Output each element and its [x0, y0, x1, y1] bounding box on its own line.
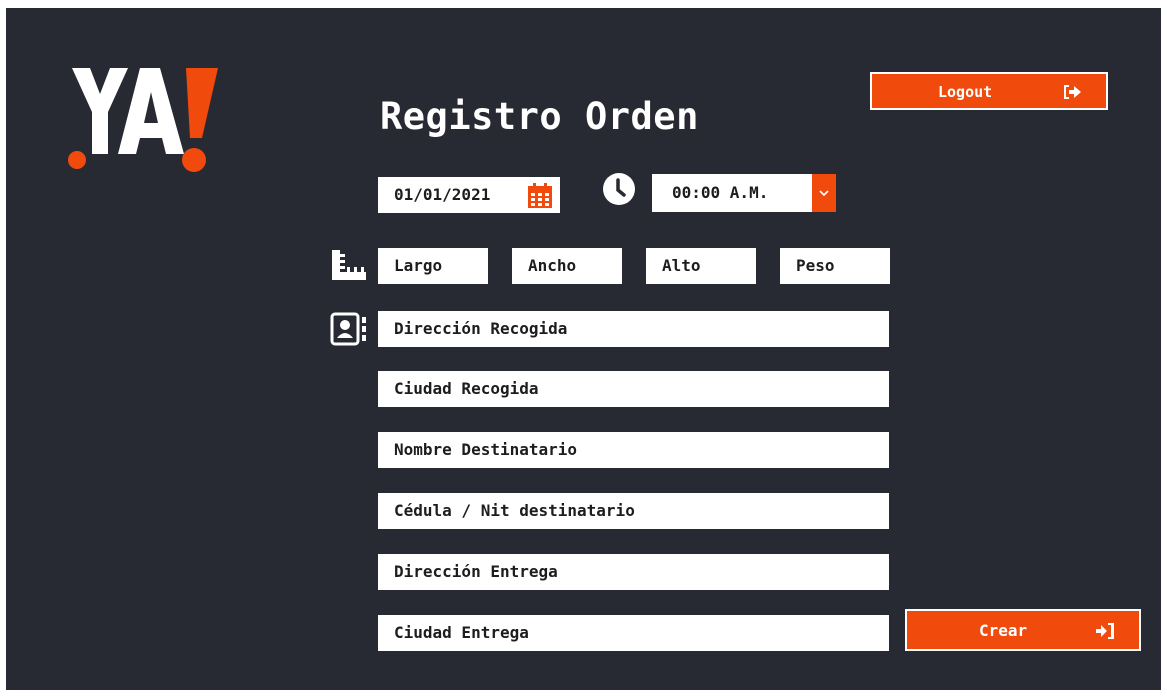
page-title: Registro Orden — [380, 95, 699, 138]
contact-book-icon — [330, 312, 366, 346]
time-value: 00:00 A.M. — [672, 183, 769, 202]
nombre-destinatario-input[interactable]: Nombre Destinatario — [378, 432, 889, 468]
cedula-nit-input[interactable]: Cédula / Nit destinatario — [378, 493, 889, 529]
sign-in-icon — [1096, 623, 1114, 639]
ancho-input[interactable]: Ancho — [512, 248, 622, 284]
direccion-recogida-input[interactable]: Dirección Recogida — [378, 311, 889, 347]
ya-logo — [68, 68, 218, 172]
date-input[interactable]: 01/01/2021 — [378, 177, 560, 213]
time-select[interactable]: 00:00 A.M. — [652, 174, 812, 212]
crear-button[interactable]: Crear — [905, 609, 1141, 651]
ruler-icon — [332, 250, 366, 280]
crear-label: Crear — [979, 621, 1028, 640]
time-dropdown-button[interactable] — [812, 174, 836, 212]
chevron-down-icon — [819, 190, 829, 197]
clock-icon — [603, 173, 635, 205]
largo-input[interactable]: Largo — [378, 248, 488, 284]
peso-input[interactable]: Peso — [780, 248, 890, 284]
ciudad-recogida-input[interactable]: Ciudad Recogida — [378, 371, 889, 407]
logout-button[interactable]: Logout — [870, 72, 1108, 110]
ciudad-entrega-input[interactable]: Ciudad Entrega — [378, 615, 889, 651]
date-value: 01/01/2021 — [394, 185, 491, 204]
logout-label: Logout — [938, 83, 993, 101]
direccion-entrega-input[interactable]: Dirección Entrega — [378, 554, 889, 590]
sign-out-icon — [1064, 85, 1081, 99]
calendar-icon[interactable] — [528, 183, 552, 208]
alto-input[interactable]: Alto — [646, 248, 756, 284]
